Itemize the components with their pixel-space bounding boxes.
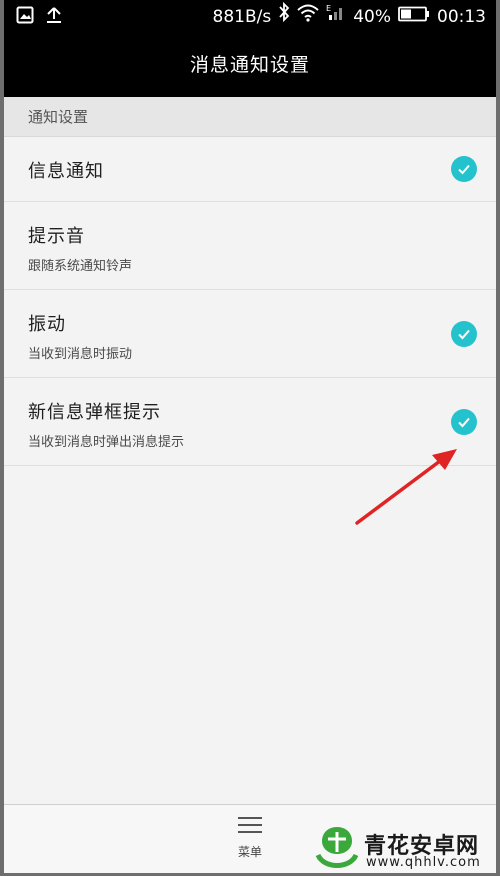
watermark: 青花安卓网 www.qhhlv.com: [312, 824, 498, 874]
battery-percent: 40%: [353, 7, 391, 27]
status-left: [16, 6, 62, 28]
battery-icon: [398, 0, 430, 34]
status-bar: 881B/s E 40% 00:13: [0, 0, 500, 34]
clock: 00:13: [437, 7, 486, 27]
net-speed: 881B/s: [212, 7, 272, 27]
status-right: 881B/s E 40% 00:13: [212, 0, 486, 34]
settings-list: 通知设置 信息通知 提示音 跟随系统通知铃声 振动 当收到消息时振动 新信息弹框…: [4, 97, 496, 466]
watermark-url: www.qhhlv.com: [366, 855, 481, 870]
setting-label: 新信息弹框提示: [28, 402, 161, 423]
title-bar: 消息通知设置: [0, 34, 500, 97]
menu-icon: [237, 817, 263, 839]
upload-icon: [46, 6, 62, 28]
setting-description: 当收到消息时振动: [28, 347, 133, 362]
wifi-icon: [297, 0, 319, 34]
setting-label: 信息通知: [28, 161, 104, 182]
signal-icon: E: [326, 0, 346, 34]
setting-row-popup[interactable]: 新信息弹框提示 当收到消息时弹出消息提示: [4, 378, 496, 466]
svg-text:E: E: [326, 4, 331, 13]
section-header: 通知设置: [4, 97, 496, 137]
setting-label: 提示音: [28, 226, 85, 247]
checkbox-checked-icon[interactable]: [451, 409, 477, 435]
setting-row-message-notify[interactable]: 信息通知: [4, 137, 496, 202]
checkbox-checked-icon[interactable]: [451, 321, 477, 347]
menu-label: 菜单: [237, 845, 262, 859]
page-title: 消息通知设置: [189, 54, 310, 76]
image-icon: [16, 6, 34, 28]
setting-label: 振动: [28, 314, 66, 335]
setting-row-vibrate[interactable]: 振动 当收到消息时振动: [4, 290, 496, 378]
menu-button[interactable]: 菜单: [224, 815, 276, 871]
setting-row-sound[interactable]: 提示音 跟随系统通知铃声: [4, 202, 496, 290]
setting-description: 跟随系统通知铃声: [28, 259, 133, 274]
checkbox-checked-icon[interactable]: [451, 156, 477, 182]
bluetooth-icon: [278, 0, 290, 34]
setting-description: 当收到消息时弹出消息提示: [28, 435, 185, 450]
watermark-logo-icon: [315, 827, 359, 868]
